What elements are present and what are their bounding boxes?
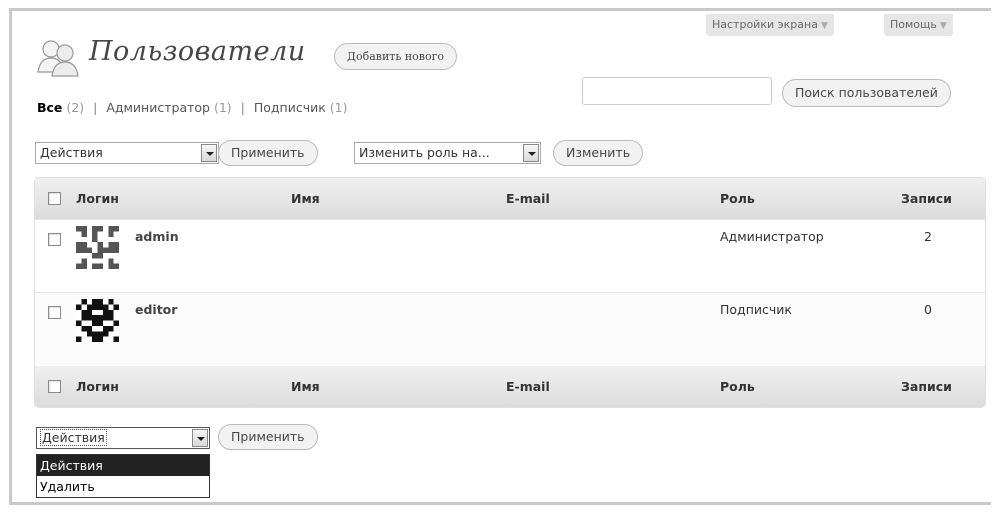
filter-separator: | <box>240 100 245 115</box>
filter-subscriber-count: (1) <box>329 100 348 115</box>
filter-subscriber[interactable]: Подписчик <box>254 100 326 115</box>
avatar[interactable] <box>76 226 119 269</box>
column-header-role: Роль <box>720 191 755 206</box>
users-icon <box>37 40 79 77</box>
column-header-name[interactable]: Имя <box>291 178 320 219</box>
user-posts-count[interactable]: 0 <box>924 302 932 317</box>
column-footer-posts: Записи <box>901 379 952 394</box>
role-filter-links: Все (2) | Администратор (1) | Подписчик … <box>37 100 347 115</box>
user-posts-count[interactable]: 2 <box>924 229 932 244</box>
help-tab[interactable]: Помощь ▼ <box>884 14 953 36</box>
bulk-actions-dropdown-list: Действия Удалить <box>36 454 210 498</box>
dropdown-arrow-icon[interactable] <box>192 429 208 447</box>
dropdown-arrow-icon[interactable] <box>201 144 217 162</box>
users-table: Логин Имя E-mail Роль Записи admin Админ… <box>34 177 986 408</box>
chevron-down-icon: ▼ <box>939 21 947 31</box>
change-role-select[interactable]: Изменить роль на... <box>354 142 541 164</box>
dropdown-arrow-icon[interactable] <box>523 144 539 162</box>
bulk-actions-select-bottom[interactable]: Действия <box>36 427 210 449</box>
dropdown-option-actions[interactable]: Действия <box>37 455 209 476</box>
row-checkbox[interactable] <box>48 306 61 319</box>
bulk-actions-value: Действия <box>40 429 107 446</box>
user-role: Подписчик <box>720 302 792 317</box>
filter-all[interactable]: Все <box>37 100 62 115</box>
column-footer-email[interactable]: E-mail <box>506 366 550 407</box>
filter-separator: | <box>93 100 98 115</box>
change-role-value: Изменить роль на... <box>359 145 490 160</box>
column-header-login[interactable]: Логин <box>76 178 119 219</box>
apply-button-top[interactable]: Применить <box>218 140 318 166</box>
column-footer-login[interactable]: Логин <box>76 366 119 407</box>
table-row: editor Подписчик 0 <box>35 292 985 365</box>
add-new-button[interactable]: Добавить нового <box>334 43 457 70</box>
user-login-link[interactable]: editor <box>135 302 177 317</box>
column-header-email[interactable]: E-mail <box>506 178 550 219</box>
bulk-actions-value: Действия <box>40 145 103 160</box>
chevron-down-icon: ▼ <box>820 21 828 31</box>
dropdown-option-delete[interactable]: Удалить <box>37 476 209 497</box>
user-login-link[interactable]: admin <box>135 229 179 244</box>
filter-all-count: (2) <box>66 100 85 115</box>
bulk-actions-select-top[interactable]: Действия <box>35 142 219 164</box>
table-header: Логин Имя E-mail Роль Записи <box>35 178 985 219</box>
change-role-button[interactable]: Изменить <box>553 140 644 166</box>
help-label: Помощь <box>890 18 937 31</box>
search-users-button[interactable]: Поиск пользователей <box>782 79 951 107</box>
screen-options-tab[interactable]: Настройки экрана ▼ <box>706 14 834 36</box>
apply-button-bottom[interactable]: Применить <box>218 424 318 450</box>
table-row: admin Администратор 2 <box>35 219 985 292</box>
screen-options-label: Настройки экрана <box>712 18 818 31</box>
column-header-posts: Записи <box>901 191 952 206</box>
column-footer-role: Роль <box>720 379 755 394</box>
user-role: Администратор <box>720 229 824 244</box>
filter-administrator[interactable]: Администратор <box>106 100 210 115</box>
search-input[interactable] <box>582 77 772 105</box>
table-footer: Логин Имя E-mail Роль Записи <box>35 366 985 407</box>
row-checkbox[interactable] <box>48 233 61 246</box>
select-all-checkbox[interactable] <box>48 192 61 205</box>
filter-administrator-count: (1) <box>213 100 232 115</box>
page-title: Пользователи <box>89 36 306 67</box>
select-all-checkbox[interactable] <box>48 380 61 393</box>
avatar[interactable] <box>76 299 119 342</box>
column-footer-name[interactable]: Имя <box>291 366 320 407</box>
